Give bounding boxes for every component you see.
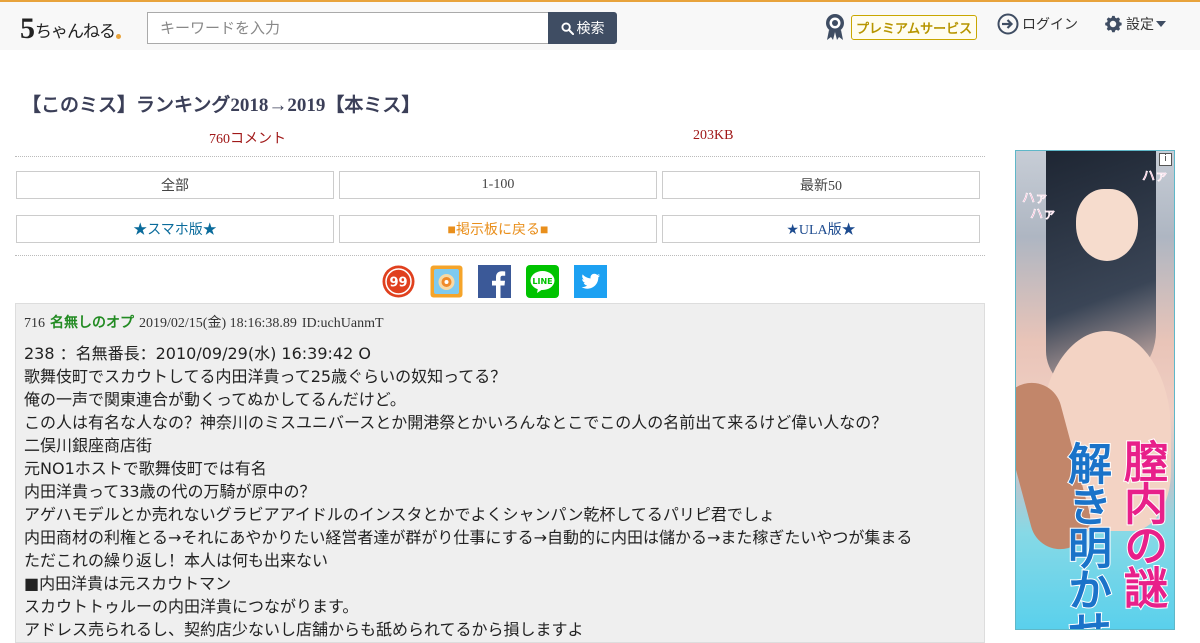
post-line: 元NO1ホストで歌舞伎町では有名	[24, 459, 267, 478]
line-icon[interactable]: LINE	[526, 265, 559, 298]
back-to-board-button[interactable]: ■掲示板に戻る■	[339, 215, 657, 243]
post-line: 内田洋貴って33歳の代の万騎が原中の？	[24, 482, 316, 501]
post-number[interactable]: 716	[24, 316, 45, 332]
sukima-icon-label: 99	[389, 276, 407, 291]
login-link[interactable]: ログイン	[997, 12, 1078, 36]
back-to-board-label: ■掲示板に戻る■	[447, 223, 549, 238]
ad-sound-text: ハァ	[1142, 169, 1169, 184]
post-line: アゲハモデルとか売れないグラビアアイドルのインスタとかでよくシャンパン乾杯してる…	[24, 505, 775, 524]
login-label: ログイン	[1022, 17, 1078, 33]
ula-version-button[interactable]: ★ULA版★	[662, 215, 980, 243]
caret-down-icon	[1156, 21, 1166, 27]
range-1-100-button[interactable]: 1-100	[339, 171, 657, 199]
sukima-icon[interactable]: 99	[382, 265, 415, 298]
smartphone-label: ★スマホ版★	[133, 223, 217, 238]
hatena-icon[interactable]	[430, 265, 463, 298]
logo-five: 5	[20, 12, 35, 45]
ad-illustration-face	[1076, 189, 1138, 261]
comment-count: 760コメント	[209, 132, 286, 147]
post-body: 238 ：名無番長：2010/09/29(水) 16:39:42 O 歌舞伎町で…	[24, 342, 976, 641]
site-logo[interactable]: 5 ちゃんねる	[20, 11, 121, 45]
ad-sound-text: ハァ	[1030, 207, 1057, 222]
search-button-label: 検索	[576, 21, 605, 37]
ad-info-icon[interactable]: i	[1159, 153, 1172, 166]
logo-text: ちゃんねる	[35, 22, 116, 42]
post-line: ただこれの繰り返し！本人は何も出来ない	[24, 551, 329, 570]
search-icon	[560, 21, 574, 35]
show-all-button[interactable]: 全部	[16, 171, 334, 199]
post-line: 238 ：名無番長：2010/09/29(水) 16:39:42 O	[24, 344, 371, 363]
thread-title: 【このミス】ランキング2018→2019【本ミス】	[22, 95, 421, 116]
latest-label: 最新50	[800, 179, 842, 194]
ula-label: ★ULA版★	[786, 223, 856, 238]
top-bar: 5 ちゃんねる 検索 プレミアムサービス ログイン 設	[0, 0, 1200, 50]
premium-service-link[interactable]: プレミアムサービス	[823, 12, 978, 42]
thread-size: 203KB	[693, 128, 734, 143]
side-advertisement[interactable]: ハァ ハァ ハァ i 膣内の謎 解き明かせ	[1015, 150, 1175, 630]
post-id[interactable]: ID:uchUanmT	[302, 316, 384, 332]
show-all-label: 全部	[161, 179, 189, 194]
post-line: スカウトトゥルーの内田洋貴につながります。	[24, 597, 359, 616]
settings-label: 設定	[1126, 17, 1154, 33]
line-icon-label: LINE	[532, 277, 552, 286]
post-line: 俺の一声で関東連合が動くってぬかしてるんだけど。	[24, 390, 406, 409]
post-author-name: 名無しのオプ	[50, 315, 134, 331]
post-line: 内田商材の利権とる→それにあやかりたい経営者達が群がり仕事にする→自動的に内田は…	[24, 528, 913, 547]
ad-title-line-2: 解き明かせ	[1059, 440, 1112, 630]
smartphone-version-button[interactable]: ★スマホ版★	[16, 215, 334, 243]
facebook-icon[interactable]	[478, 265, 511, 298]
search-input[interactable]	[147, 12, 549, 44]
post-716: 716 名無しのオプ 2019/02/15(金) 18:16:38.89 ID:…	[15, 303, 985, 643]
post-line: 歌舞伎町でスカウトしてる内田洋貴って25歳ぐらいの奴知ってる？	[24, 367, 507, 386]
divider	[15, 255, 985, 256]
ad-title-line-1: 膣内の謎	[1115, 438, 1168, 608]
post-line: この人は有名な人なの？神奈川のミスユニバースとか開港祭とかいろんなとこでこの人の…	[24, 413, 888, 432]
login-icon	[997, 13, 1019, 35]
post-date: 2019/02/15(金) 18:16:38.89	[139, 316, 297, 331]
latest-50-button[interactable]: 最新50	[662, 171, 980, 199]
logo-dot	[116, 34, 121, 39]
twitter-icon[interactable]	[574, 265, 607, 298]
ad-title: 膣内の謎 解き明かせ	[1016, 438, 1168, 630]
divider	[15, 156, 985, 157]
post-header: 716 名無しのオプ 2019/02/15(金) 18:16:38.89 ID:…	[24, 312, 976, 332]
range-label: 1-100	[481, 177, 515, 192]
post-line: ■内田洋貴は元スカウトマン	[24, 574, 232, 593]
share-bar: 99 LINE	[382, 265, 607, 298]
post-line: 二俣川銀座商店街	[24, 436, 153, 455]
settings-menu[interactable]: 設定	[1102, 12, 1166, 36]
premium-badge-icon	[826, 14, 844, 40]
premium-label: プレミアムサービス	[851, 14, 978, 40]
gear-icon	[1105, 15, 1122, 33]
search-button[interactable]: 検索	[548, 12, 617, 44]
